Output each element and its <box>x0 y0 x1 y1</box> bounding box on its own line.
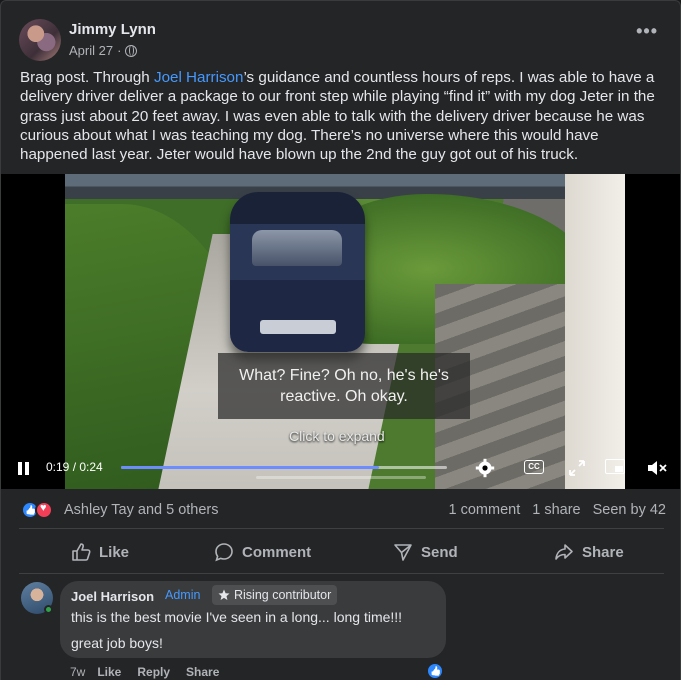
duration: 0:24 <box>79 460 103 474</box>
video-controls: 0:19 / 0:24 CC <box>1 454 680 489</box>
comment-reply-link[interactable]: Reply <box>137 665 170 679</box>
post-header: Jimmy Lynn April 27 · ••• <box>1 1 680 65</box>
scene-car <box>230 192 365 352</box>
gear-icon[interactable] <box>475 458 495 478</box>
action-bar: Like Comment Send Share <box>1 534 680 570</box>
rising-contributor-badge[interactable]: Rising contributor <box>212 585 338 605</box>
post-card: Jimmy Lynn April 27 · ••• Brag post. Thr… <box>0 0 681 680</box>
divider-top <box>19 528 664 529</box>
seen-by-count[interactable]: Seen by 42 <box>593 502 666 518</box>
scene-house-wall <box>565 174 625 489</box>
volume-muted-icon[interactable] <box>646 458 668 478</box>
online-status-icon <box>44 605 53 614</box>
author-avatar[interactable] <box>19 19 61 61</box>
reactions-bar: Ashley Tay and 5 others 1 comment 1 shar… <box>1 497 680 523</box>
comment-count[interactable]: 1 comment <box>449 502 521 518</box>
share-arrow-icon <box>555 544 573 560</box>
share-label: Share <box>582 543 624 561</box>
share-count[interactable]: 1 share <box>532 502 580 518</box>
commenter-name[interactable]: Joel Harrison <box>71 589 154 604</box>
video-time: 0:19 / 0:24 <box>46 460 103 474</box>
post-meta: April 27 · <box>69 43 138 58</box>
captions-icon[interactable]: CC <box>524 460 544 474</box>
subtitle-line-1: What? Fine? Oh no, he's he's <box>239 367 449 384</box>
picture-in-picture-icon[interactable] <box>605 459 625 474</box>
divider-bottom <box>19 573 664 574</box>
post-date[interactable]: April 27 <box>69 43 113 58</box>
reaction-names[interactable]: Ashley Tay and 5 others <box>64 502 219 518</box>
share-button[interactable]: Share <box>554 541 624 563</box>
reaction-icons[interactable] <box>21 501 61 519</box>
like-label: Like <box>99 543 130 561</box>
badge-label: Rising contributor <box>234 588 332 602</box>
comment-time[interactable]: 7w <box>70 665 85 679</box>
comment-button[interactable]: Comment <box>214 541 311 563</box>
comment-text-line-2: great job boys! <box>71 635 163 651</box>
comment-text-line-1: this is the best movie I've seen in a lo… <box>71 609 403 625</box>
commenter-role: Admin <box>165 588 201 602</box>
post-body: Brag post. Through Joel Harrison’s guida… <box>20 68 670 164</box>
comment-label: Comment <box>242 543 312 561</box>
progress-bar[interactable] <box>121 466 447 469</box>
send-button[interactable]: Send <box>393 541 458 563</box>
pause-icon[interactable] <box>18 462 30 475</box>
send-label: Send <box>421 543 458 561</box>
subtitle-line-2: reactive. Oh okay. <box>280 388 408 405</box>
comment-like-link[interactable]: Like <box>97 665 121 679</box>
like-button[interactable]: Like <box>71 541 129 563</box>
globe-icon <box>125 44 138 57</box>
video-subtitle: What? Fine? Oh no, he's he's reactive. O… <box>218 353 470 419</box>
mention-link[interactable]: Joel Harrison <box>154 69 243 86</box>
meta-separator: · <box>117 43 122 58</box>
comment-share-link[interactable]: Share <box>186 665 219 679</box>
current-time: 0:19 <box>46 460 70 474</box>
love-reaction-icon <box>35 501 53 519</box>
more-options-icon[interactable]: ••• <box>636 22 658 40</box>
send-icon <box>394 544 412 561</box>
comment-like-reaction-icon[interactable] <box>426 662 444 680</box>
author-name[interactable]: Jimmy Lynn <box>69 21 156 38</box>
expand-icon[interactable] <box>567 458 587 478</box>
comment-bubble: Joel Harrison Admin Rising contributor t… <box>60 581 446 658</box>
time-separator: / <box>69 460 80 474</box>
progress-fill <box>121 466 379 469</box>
engagement-counts: 1 comment 1 share Seen by 42 <box>449 502 666 518</box>
comment-bubble-icon <box>215 543 233 562</box>
video-player[interactable]: What? Fine? Oh no, he's he's reactive. O… <box>1 174 680 489</box>
star-icon <box>218 589 230 600</box>
post-text-start: Brag post. Through <box>20 69 154 86</box>
video-scrub-hint <box>256 476 426 479</box>
expand-hint[interactable]: Click to expand <box>289 428 385 444</box>
comment-footer: 7w Like Reply Share <box>70 665 219 679</box>
thumbs-up-icon <box>72 543 91 561</box>
